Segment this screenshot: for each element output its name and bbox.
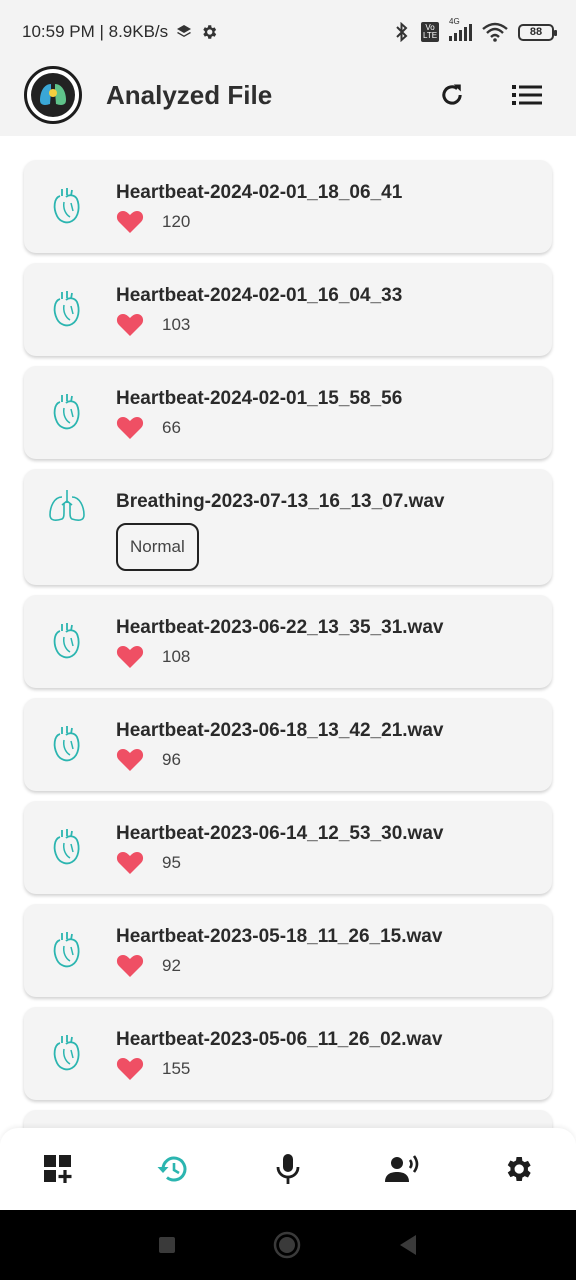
list-item[interactable]: Heartbeat-2023-05-18_11_26_15.wav 92	[24, 904, 552, 997]
bluetooth-icon	[396, 22, 408, 42]
bpm-value: 95	[162, 853, 181, 872]
heart-icon	[116, 646, 144, 668]
app-bar: Analyzed File	[0, 64, 576, 136]
list-item[interactable]: Heartbeat-2024-02-01_16_04_33 103	[24, 263, 552, 356]
list-item[interactable]: Heartbeat-2023-06-22_13_35_31.wav 108	[24, 595, 552, 688]
heart-organ-icon	[53, 291, 80, 327]
list-item[interactable]: Heartbeat-2024-02-01_18_06_41 120	[24, 160, 552, 253]
bpm-value: 108	[162, 647, 191, 666]
heart-icon	[116, 417, 144, 439]
gear-icon	[203, 25, 217, 39]
nav-history-button[interactable]	[145, 1141, 201, 1197]
file-title: Heartbeat-2023-06-18_13_42_21.wav	[116, 720, 444, 741]
signal-icon: 4G	[449, 17, 472, 41]
result-badge: Normal	[116, 523, 199, 571]
list-item[interactable]: Breathing-2023-07-13_16_13_07.wav Normal	[24, 469, 552, 585]
bpm-value: 103	[162, 315, 191, 334]
network-type: 4G	[449, 17, 460, 26]
nav-settings-button[interactable]	[490, 1141, 546, 1197]
file-title: Heartbeat-2023-05-06_11_26_02.wav	[116, 1029, 443, 1050]
file-title: Heartbeat-2024-02-01_15_58_56	[116, 388, 403, 409]
heart-icon	[116, 852, 144, 874]
lungs-icon	[49, 490, 85, 521]
settings-icon	[508, 1157, 532, 1181]
status-bar: 10:59 PM | 8.9KB/s Vo LTE 4G 88	[0, 0, 576, 64]
nav-voice-user-button[interactable]	[375, 1141, 431, 1197]
heart-icon	[116, 211, 144, 233]
heart-organ-icon	[53, 726, 80, 762]
battery-indicator: 88	[518, 23, 557, 41]
recents-square-icon[interactable]	[158, 1236, 176, 1254]
history-icon	[157, 1156, 187, 1182]
microphone-icon	[276, 1154, 300, 1184]
lungs-logo-icon	[40, 84, 66, 108]
analyzed-file-list: Heartbeat-2024-02-01_18_06_41 120 Heartb…	[24, 160, 552, 1160]
bpm-value: 96	[162, 750, 181, 769]
file-title: Heartbeat-2024-02-01_18_06_41	[116, 182, 403, 203]
heart-icon	[116, 1058, 144, 1080]
file-title: Heartbeat-2023-06-14_12_53_30.wav	[116, 823, 444, 844]
heart-organ-icon	[53, 188, 80, 224]
dashboard-add-icon	[43, 1155, 72, 1183]
file-title: Breathing-2023-07-13_16_13_07.wav	[116, 491, 445, 512]
app-logo	[24, 66, 82, 124]
heart-organ-icon	[53, 623, 80, 659]
volte-badge: Vo LTE	[421, 22, 439, 42]
nav-dashboard-button[interactable]	[30, 1141, 86, 1197]
heart-icon	[116, 955, 144, 977]
list-item[interactable]: Heartbeat-2024-02-01_15_58_56 66	[24, 366, 552, 459]
bpm-value: 155	[162, 1059, 191, 1078]
bpm-value: 66	[162, 418, 181, 437]
list-item[interactable]: Heartbeat-2023-06-18_13_42_21.wav 96	[24, 698, 552, 791]
list-item[interactable]: Heartbeat-2023-05-06_11_26_02.wav 155	[24, 1007, 552, 1100]
home-circle-icon[interactable]	[273, 1231, 301, 1259]
refresh-icon[interactable]	[438, 81, 466, 109]
nav-record-button[interactable]	[260, 1141, 316, 1197]
list-item[interactable]: Heartbeat-2023-06-14_12_53_30.wav 95	[24, 801, 552, 894]
bpm-value: 120	[162, 212, 191, 231]
wifi-icon	[482, 22, 508, 42]
layers-icon	[177, 25, 192, 37]
status-time-speed: 10:59 PM | 8.9KB/s	[22, 22, 169, 41]
page-title: Analyzed File	[106, 79, 273, 110]
heart-icon	[116, 314, 144, 336]
system-nav-bar	[0, 1210, 576, 1280]
back-triangle-icon[interactable]	[398, 1234, 418, 1256]
heart-organ-icon	[53, 829, 80, 865]
list-menu-icon[interactable]	[512, 84, 542, 106]
bpm-value: 92	[162, 956, 181, 975]
heart-organ-icon	[53, 1035, 80, 1071]
heart-icon	[116, 749, 144, 771]
file-title: Heartbeat-2023-06-22_13_35_31.wav	[116, 617, 444, 638]
file-title: Heartbeat-2024-02-01_16_04_33	[116, 285, 403, 306]
heart-organ-icon	[53, 394, 80, 430]
bottom-nav	[0, 1128, 576, 1210]
file-title: Heartbeat-2023-05-18_11_26_15.wav	[116, 926, 443, 947]
voice-user-icon	[385, 1155, 419, 1182]
heart-organ-icon	[53, 932, 80, 968]
